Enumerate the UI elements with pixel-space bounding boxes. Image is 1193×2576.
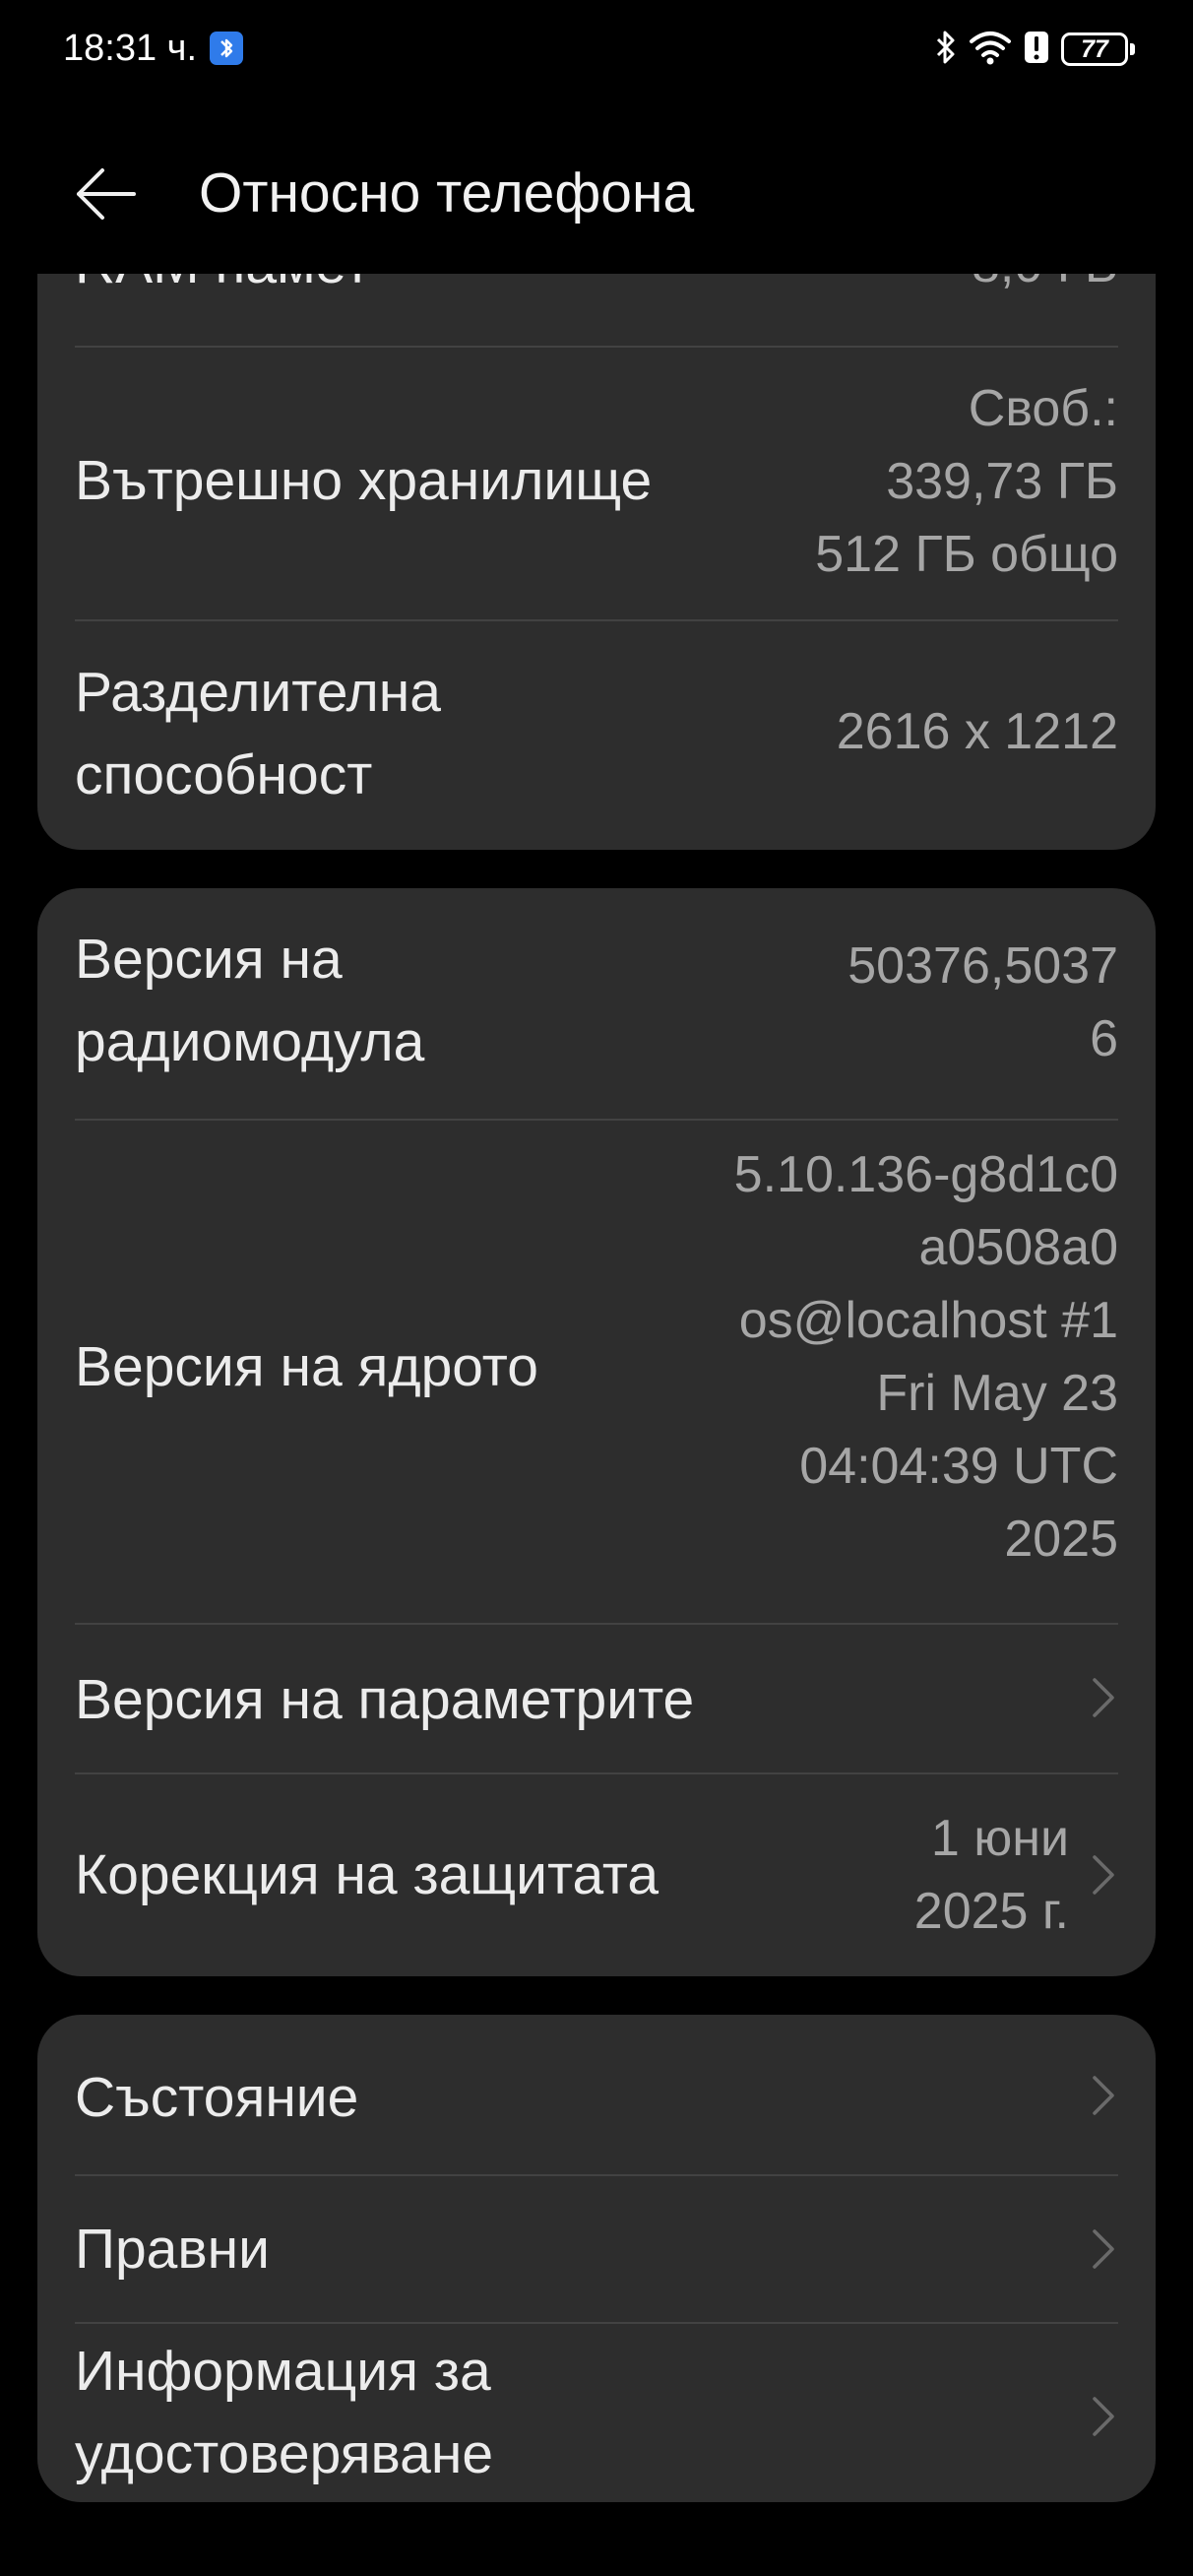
security-patch-value-line-2: 2025 г. bbox=[913, 1883, 1069, 1940]
kernel-label: Версия на ядрото bbox=[75, 1335, 538, 1398]
kernel-value-line-1: 5.10.136-g8d1c0 bbox=[733, 1146, 1118, 1203]
status-icons: 77 bbox=[935, 28, 1135, 71]
status-label: Състояние bbox=[75, 2066, 359, 2129]
kernel-value-line-5: 04:04:39 UTC bbox=[799, 1438, 1118, 1495]
arrow-left-icon bbox=[77, 168, 136, 220]
storage-value: Своб.: 339,73 ГБ 512 ГБ общо bbox=[815, 372, 1118, 591]
resolution-label-line-2: способност bbox=[75, 743, 373, 806]
chevron-right-icon bbox=[1093, 2229, 1114, 2269]
baseband-label-line-1: Версия на bbox=[75, 928, 343, 991]
security-patch-label: Корекция на защитата bbox=[75, 1843, 659, 1906]
legal-label: Правни bbox=[75, 2218, 270, 2281]
storage-free-label: Своб.: bbox=[968, 380, 1118, 437]
kernel-row: Версия на ядрото 5.10.136-g8d1c0 a0508a0… bbox=[75, 1121, 1118, 1623]
resolution-label: Разделителна способност bbox=[75, 653, 441, 814]
hardware-info-card: RAM памет 8,0 ГБ Вътрешно хранилище Своб… bbox=[37, 274, 1156, 850]
resolution-value: 2616 x 1212 bbox=[836, 703, 1118, 760]
resolution-row: Разделителна способност 2616 x 1212 bbox=[75, 621, 1118, 850]
parameters-version-row[interactable]: Версия на параметрите bbox=[75, 1625, 1118, 1772]
baseband-label-line-2: радиомодула bbox=[75, 1010, 425, 1073]
scroll-content[interactable]: RAM памет 8,0 ГБ Вътрешно хранилище Своб… bbox=[0, 274, 1193, 2539]
baseband-value-line-2: 6 bbox=[1090, 1010, 1118, 1067]
battery-icon: 77 bbox=[1061, 32, 1135, 66]
bluetooth-notification-icon bbox=[210, 32, 243, 65]
alert-icon bbox=[1024, 30, 1049, 70]
chevron-right-icon bbox=[1093, 2397, 1114, 2436]
software-info-card: Версия на радиомодула 50376,5037 6 Верси… bbox=[37, 888, 1156, 1976]
security-patch-value-line-1: 1 юни bbox=[930, 1810, 1069, 1867]
app-bar: Относно телефона bbox=[0, 138, 1193, 246]
baseband-value: 50376,5037 6 bbox=[848, 930, 1118, 1075]
certification-label-line-2: удостоверяване bbox=[75, 2422, 494, 2485]
storage-label: Вътрешно хранилище bbox=[75, 449, 653, 512]
storage-free-value: 339,73 ГБ bbox=[886, 453, 1118, 510]
baseband-value-line-1: 50376,5037 bbox=[848, 937, 1118, 995]
kernel-value-line-6: 2025 bbox=[1004, 1511, 1118, 1568]
kernel-value-line-3: os@localhost #1 bbox=[738, 1292, 1118, 1349]
baseband-label: Версия на радиомодула bbox=[75, 920, 424, 1081]
status-bar: 18:31 ч. 77 bbox=[0, 0, 1193, 98]
security-patch-row[interactable]: Корекция на защитата 1 юни 2025 г. bbox=[75, 1774, 1118, 1976]
page-title: Относно телефона bbox=[199, 161, 695, 225]
status-row[interactable]: Състояние bbox=[75, 2015, 1118, 2174]
kernel-value-line-4: Fri May 23 bbox=[876, 1365, 1118, 1422]
kernel-value-line-2: a0508a0 bbox=[918, 1219, 1118, 1276]
baseband-row: Версия на радиомодула 50376,5037 6 bbox=[75, 888, 1118, 1119]
chevron-right-icon bbox=[1093, 1678, 1114, 1717]
storage-total-value: 512 ГБ общо bbox=[815, 526, 1118, 583]
security-patch-value: 1 юни 2025 г. bbox=[914, 1802, 1069, 1948]
back-button[interactable] bbox=[61, 150, 150, 238]
status-time: 18:31 ч. bbox=[63, 28, 198, 69]
chevron-right-icon bbox=[1093, 2076, 1114, 2115]
resolution-label-line-1: Разделителна bbox=[75, 661, 441, 724]
certification-info-row[interactable]: Информация за удостоверяване bbox=[75, 2324, 1118, 2502]
more-info-card: Състояние Правни Информация за удостовер… bbox=[37, 2015, 1156, 2502]
certification-label-line-1: Информация за bbox=[75, 2340, 491, 2403]
chevron-right-icon bbox=[1093, 1855, 1114, 1895]
legal-row[interactable]: Правни bbox=[75, 2176, 1118, 2322]
ram-row: RAM памет 8,0 ГБ bbox=[75, 274, 1118, 343]
wifi-icon bbox=[969, 30, 1012, 70]
certification-info-label: Информация за удостоверяване bbox=[75, 2332, 493, 2493]
battery-level-text: 77 bbox=[1081, 35, 1108, 63]
ram-label: RAM памет bbox=[75, 274, 370, 303]
parameters-version-label: Версия на параметрите bbox=[75, 1668, 695, 1731]
storage-row: Вътрешно хранилище Своб.: 339,73 ГБ 512 … bbox=[75, 348, 1118, 619]
bluetooth-icon bbox=[935, 29, 957, 71]
ram-value: 8,0 ГБ bbox=[972, 274, 1118, 301]
kernel-value: 5.10.136-g8d1c0 a0508a0 os@localhost #1 … bbox=[734, 1138, 1118, 1576]
